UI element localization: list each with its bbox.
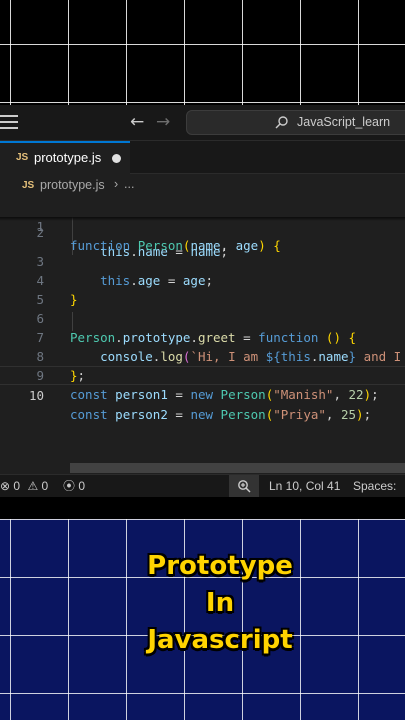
breadcrumb: JS prototype.js › ... (0, 174, 405, 198)
video-title: Prototype In Javascript (0, 548, 405, 659)
code-text: function Person(name, age) { (70, 238, 281, 253)
code-line: 9 const person1 = new Person("Manish", 2… (0, 347, 405, 402)
back-arrow-icon[interactable]: ← (130, 110, 144, 134)
javascript-file-icon: JS (22, 180, 35, 191)
warning-count: 0 (41, 479, 49, 493)
tab-prototype-js[interactable]: JS prototype.js (0, 141, 130, 174)
line-number: 1 (36, 219, 44, 234)
zoom-icon[interactable] (229, 475, 259, 497)
code-line: 7 console.log(`Hi, I am ${this.name} and… (0, 309, 405, 364)
search-icon (275, 116, 288, 129)
command-center-label: JavaScript_learn (297, 115, 391, 129)
breadcrumb-more[interactable]: ... (124, 177, 134, 191)
horizontal-scrollbar[interactable] (70, 463, 405, 473)
tab-bar: JS prototype.js (0, 141, 405, 174)
sticky-scroll-shadow (0, 217, 405, 221)
background-grid-top (0, 0, 405, 105)
broadcast-icon: ⦿ (63, 479, 76, 493)
code-line-current: 10 const person2 = new Person("Priya", 2… (0, 366, 405, 422)
sticky-scroll-line[interactable]: 1 function Person(name, age) { (0, 198, 405, 253)
code-text: const person1 = new Person("Manish", 22)… (70, 387, 379, 402)
code-line: 8 }; (0, 328, 405, 383)
forward-arrow-icon[interactable]: → (156, 110, 170, 134)
cursor-position[interactable]: Ln 10, Col 41 (269, 475, 340, 497)
unsaved-dot-icon[interactable] (112, 154, 121, 163)
code-editor-window: ← → JavaScript_learn JS prototype.js JS … (0, 105, 405, 497)
chevron-right-icon: › (114, 177, 119, 191)
indentation-setting[interactable]: Spaces: 4 (353, 475, 405, 497)
javascript-file-icon: JS (16, 152, 29, 163)
ports-count: 0 (78, 479, 86, 493)
menu-icon[interactable] (0, 115, 18, 129)
command-center-search[interactable]: JavaScript_learn (186, 110, 405, 135)
warning-icon: ⚠ (27, 479, 39, 493)
tab-label: prototype.js (34, 150, 102, 165)
title-line-3: Javascript (147, 625, 293, 655)
error-count: 0 (13, 479, 21, 493)
title-line-2: In (205, 588, 235, 618)
ports-indicator[interactable]: ⦿ 0 (63, 475, 85, 497)
code-line: 5 (0, 271, 405, 307)
problems-indicator[interactable]: ⊗ 0 ⚠ 0 (0, 475, 48, 497)
breadcrumb-file[interactable]: prototype.js (40, 178, 105, 192)
title-line-1: Prototype (147, 551, 293, 581)
error-icon: ⊗ (0, 479, 11, 493)
code-editor[interactable]: 2 this.name = name; 1 function Person(na… (0, 198, 405, 460)
line-number: 10 (28, 388, 44, 403)
title-bar: ← → JavaScript_learn (0, 105, 405, 141)
code-line: 6 Person.prototype.greet = function () { (0, 290, 405, 345)
code-text: const person2 = new Person("Priya", 25); (70, 407, 372, 422)
status-bar: ⊗ 0 ⚠ 0 ⦿ 0 Ln 10, Col 41 Spaces: 4 (0, 474, 405, 497)
